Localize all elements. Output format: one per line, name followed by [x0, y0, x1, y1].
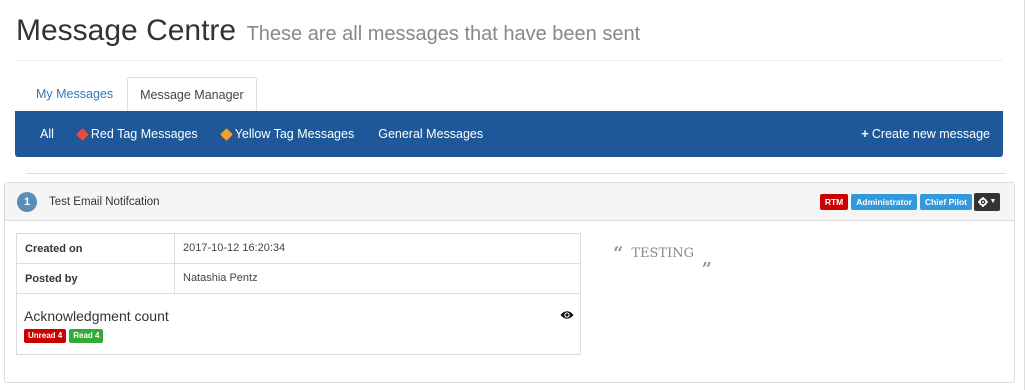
badge-chief-pilot: Chief Pilot — [919, 193, 972, 210]
acknowledgment-badges: Unread 4 Read 4 — [24, 329, 580, 343]
nav-item-general-label: General Messages — [378, 127, 484, 141]
posted-by-label: Posted by — [17, 264, 175, 293]
nav-item-yellow-tag-messages[interactable]: Yellow Tag Messages — [210, 111, 367, 157]
message-badges: RTM Administrator Chief Pilot ▼ — [817, 192, 1000, 211]
acknowledgment-block: Acknowledgment count Unread 4 Read 4 — [17, 294, 580, 354]
chevron-down-icon: ▼ — [989, 198, 997, 205]
nav-item-all[interactable]: All — [15, 111, 66, 157]
plus-icon: + — [861, 126, 869, 141]
message-number-badge: 1 — [17, 191, 37, 212]
page-title: Message Centre — [16, 14, 237, 47]
message-panel-heading: 1 Test Email Notifcation RTM Administrat… — [5, 183, 1014, 221]
gear-icon — [977, 196, 988, 207]
message-body: TESTING — [631, 246, 694, 261]
create-new-message-label: Create new message — [871, 127, 990, 141]
message-settings-button[interactable]: ▼ — [974, 192, 1000, 211]
created-on-value: 2017-10-12 16:20:34 — [183, 242, 286, 254]
posted-by-value: Natashia Pentz — [183, 272, 258, 284]
divider — [26, 173, 1006, 174]
badge-administrator: Administrator — [851, 193, 917, 210]
nav-item-all-label: All — [40, 127, 54, 141]
tab-message-manager[interactable]: Message Manager — [127, 77, 257, 112]
message-filter-navbar: All Red Tag Messages Yellow Tag Messages… — [15, 111, 1003, 157]
tab-my-messages[interactable]: My Messages — [24, 77, 125, 111]
nav-item-red-tag-label: Red Tag Messages — [90, 127, 198, 141]
message-body-quote: “ TESTING „ — [613, 243, 712, 270]
nav-item-yellow-tag-label: Yellow Tag Messages — [234, 127, 355, 141]
create-new-message-button[interactable]: + Create new message — [849, 111, 1003, 157]
nav-item-general-messages[interactable]: General Messages — [366, 111, 495, 157]
yellow-tag-icon — [219, 127, 233, 141]
created-on-label: Created on — [17, 234, 175, 263]
message-panel: 1 Test Email Notifcation RTM Administrat… — [4, 182, 1015, 383]
acknowledgment-title: Acknowledgment count — [24, 308, 169, 324]
page-subtitle: These are all messages that have been se… — [246, 23, 641, 45]
close-quote-icon: „ — [702, 249, 713, 270]
open-quote-icon: “ — [613, 243, 624, 264]
table-row: Created on 2017-10-12 16:20:34 — [17, 234, 580, 264]
badge-rtm: RTM — [819, 193, 849, 210]
tab-bar: My Messages Message Manager — [24, 77, 257, 112]
table-row: Posted by Natashia Pentz — [17, 264, 580, 294]
read-count-badge: Read 4 — [69, 329, 104, 343]
page-header: Message Centre These are all messages th… — [16, 12, 1003, 61]
eye-icon[interactable] — [560, 308, 574, 322]
message-details-table: Created on 2017-10-12 16:20:34 Posted by… — [16, 233, 581, 355]
message-title: Test Email Notifcation — [49, 195, 160, 208]
unread-count-badge: Unread 4 — [24, 329, 67, 343]
nav-item-red-tag-messages[interactable]: Red Tag Messages — [66, 111, 210, 157]
red-tag-icon — [76, 127, 89, 141]
